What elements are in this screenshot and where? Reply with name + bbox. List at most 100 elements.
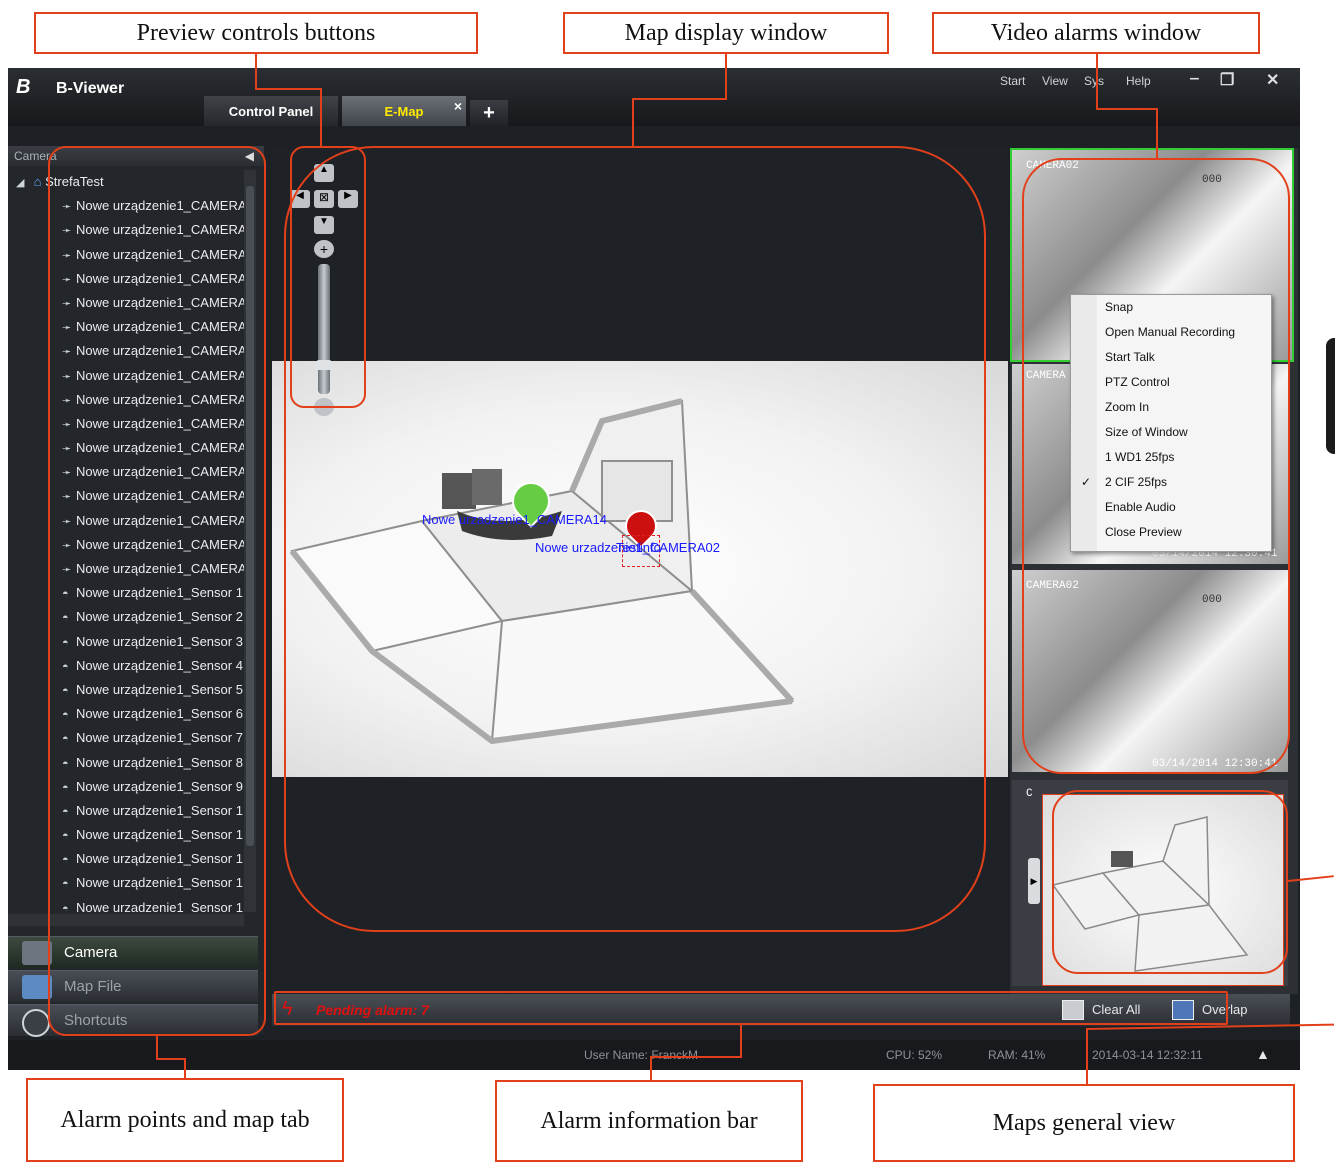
context-menu-item[interactable]: Open Manual Recording xyxy=(1071,320,1271,345)
context-menu-item[interactable]: Close Preview xyxy=(1071,520,1271,545)
tree-item-label: Nowe urządzenie1_CAMERA xyxy=(76,561,247,576)
tree-item[interactable]: ➛ Nowe urządzenie1_CAMERA xyxy=(8,460,256,484)
menu-sys[interactable]: Sys xyxy=(1084,74,1104,88)
leader-map-v2 xyxy=(632,98,634,146)
tree-item[interactable]: ◓ Nowe urządzenie1_Sensor 7 xyxy=(8,726,256,750)
tree-item[interactable]: ➛ Nowe urządzenie1_CAMERA xyxy=(8,218,256,242)
tree-root[interactable]: ◢ ⌂ StrefaTest xyxy=(8,170,256,194)
tree-item[interactable]: ➛ Nowe urządzenie1_CAMERA xyxy=(8,412,256,436)
tree-item[interactable]: ◓ Nowe urządzenie1_Sensor 1 xyxy=(8,799,256,823)
close-icon[interactable]: ✕ xyxy=(1266,70,1279,90)
tree-item[interactable]: ◓ Nowe urządzenie1_Sensor 8 xyxy=(8,751,256,775)
tree-item[interactable]: ◓ Nowe urządzenie1_Sensor 1 xyxy=(8,847,256,871)
tree-item[interactable]: ➛ Nowe urządzenie1_CAMERA xyxy=(8,436,256,460)
pan-reset-button[interactable]: ⊠ xyxy=(314,190,334,208)
tree-item-label: Nowe urządzenie1_CAMERA xyxy=(76,367,247,383)
context-menu-item[interactable]: PTZ Control xyxy=(1071,370,1271,395)
floor-plan-image[interactable] xyxy=(272,361,1008,777)
pan-left-button[interactable]: ◀ xyxy=(290,190,310,208)
overlap-icon[interactable] xyxy=(1172,1000,1194,1020)
tree-item[interactable]: ➛ Nowe urządzenie1_CAMERA xyxy=(8,388,256,412)
overview-expand-button[interactable]: ▶ xyxy=(1028,858,1040,904)
zoom-slider-thumb[interactable] xyxy=(316,360,332,370)
tree-item[interactable]: ➛ Nowe urządzenie1_CAMERA xyxy=(8,484,256,508)
zoom-out-button[interactable]: − xyxy=(314,398,334,416)
title-bar: B B-Viewer Start View Sys Help ‒ ❐ ✕ Con… xyxy=(8,68,1300,126)
tree-scrollbar[interactable] xyxy=(244,170,256,912)
camera-icon: ➛ xyxy=(62,539,72,552)
tree-item[interactable]: ◓ Nowe urządzenie1_Sensor 1 xyxy=(8,896,256,912)
sensor-icon: ◓ xyxy=(62,854,69,867)
tree-item[interactable]: ◓ Nowe urządzenie1_Sensor 1 xyxy=(8,871,256,895)
video-tile-3[interactable]: CAMERA02 000 03/14/2014 12:30:41 xyxy=(1012,570,1288,772)
clear-all-icon[interactable] xyxy=(1062,1000,1084,1020)
context-menu-item[interactable]: Zoom In xyxy=(1071,395,1271,420)
tree-item[interactable]: ➛ Nowe urządzenie1_CAMERA xyxy=(8,509,256,533)
pending-alarm-text[interactable]: Pending alarm: 7 xyxy=(316,1002,429,1018)
leader-info-h xyxy=(650,1056,742,1058)
tree-item[interactable]: ◓ Nowe urządzenie1_Sensor 9 xyxy=(8,775,256,799)
tab-control-panel[interactable]: Control Panel xyxy=(204,96,338,126)
pan-down-button[interactable]: ▼ xyxy=(314,216,334,234)
expand-icon[interactable]: ◢ xyxy=(16,171,30,194)
tree-item[interactable]: ➛ Nowe urządzenie1_CAMERA xyxy=(8,315,256,339)
zoom-slider[interactable] xyxy=(316,264,332,394)
tree-item[interactable]: ➛ Nowe urządzenie1_CAMERA xyxy=(8,194,256,218)
add-tab-button[interactable]: + xyxy=(470,100,508,126)
tree-item[interactable]: ➛ Nowe urządzenie1_CAMERA xyxy=(8,557,256,581)
context-menu-item[interactable]: Start Talk xyxy=(1071,345,1271,370)
tree-item[interactable]: ◓ Nowe urządzenie1_Sensor 5 xyxy=(8,678,256,702)
tree-hscrollbar[interactable] xyxy=(8,914,244,926)
overlap-button[interactable]: Overlap xyxy=(1202,1002,1248,1017)
collapse-arrow-icon[interactable]: ◀ xyxy=(245,146,254,166)
sidebar-shortcuts-button[interactable]: Shortcuts xyxy=(8,1004,258,1037)
tree-item[interactable]: ◓ Nowe urządzenie1_Sensor 1 xyxy=(8,823,256,847)
menu-view[interactable]: View xyxy=(1042,74,1068,88)
tree-item[interactable]: ➛ Nowe urządzenie1_CAMERA xyxy=(8,243,256,267)
callout-maps-general: Maps general view xyxy=(873,1084,1295,1162)
clear-all-button[interactable]: Clear All xyxy=(1092,1002,1140,1017)
tree-item[interactable]: ◓ Nowe urządzenie1_Sensor 3 xyxy=(8,630,256,654)
minimize-icon[interactable]: ‒ xyxy=(1190,70,1199,88)
sidebar-map-file-button[interactable]: Map File xyxy=(8,970,258,1002)
restore-icon[interactable]: ❐ xyxy=(1220,70,1234,90)
tree-item[interactable]: ➛ Nowe urządzenie1_CAMERA xyxy=(8,291,256,315)
tree-item-label: Nowe urządzenie1_CAMERA xyxy=(76,222,247,238)
context-menu-item[interactable]: ✓ 2 CIF 25fps xyxy=(1071,470,1271,495)
tree-item-label: Nowe urządzenie1_Sensor 1 xyxy=(76,851,243,867)
sidebar-camera-button[interactable]: Camera xyxy=(8,936,258,968)
leader-maps-v xyxy=(1086,1028,1088,1084)
context-menu-item[interactable]: Snap xyxy=(1071,295,1271,320)
sensor-icon: ◓ xyxy=(62,878,69,891)
tree-item[interactable]: ◓ Nowe urządzenie1_Sensor 1 xyxy=(8,581,256,605)
sidebar-camera-label: Camera xyxy=(64,944,118,961)
tree-item[interactable]: ➛ Nowe urządzenie1_CAMERA xyxy=(8,339,256,363)
pan-right-button[interactable]: ▶ xyxy=(338,190,358,208)
map-overview-tile[interactable]: C ▶ xyxy=(1012,780,1288,986)
leader-preview-v2 xyxy=(320,88,322,146)
tab-e-map[interactable]: E-Map × xyxy=(342,96,466,126)
tree-item[interactable]: ➛ Nowe urządzenie1_CAMERA xyxy=(8,267,256,291)
tree-item[interactable]: ◓ Nowe urządzenie1_Sensor 2 xyxy=(8,605,256,629)
camera-marker-label-14[interactable]: Nowe urzadzenie1_CAMERA14 xyxy=(422,512,607,527)
pan-up-button[interactable]: ▲ xyxy=(314,164,334,182)
zoom-in-button[interactable]: + xyxy=(314,240,334,258)
context-menu-label: Start Talk xyxy=(1105,350,1155,364)
tab-close-icon[interactable]: × xyxy=(454,98,462,114)
scroll-thumb[interactable] xyxy=(246,186,254,846)
tree-item[interactable]: ◓ Nowe urządzenie1_Sensor 6 xyxy=(8,702,256,726)
context-menu-label: Zoom In xyxy=(1105,400,1150,414)
menu-help[interactable]: Help xyxy=(1126,74,1151,88)
alarm-lightning-icon: ϟ xyxy=(282,998,293,1020)
sensor-icon: ◓ xyxy=(62,805,69,818)
tree-item[interactable]: ➛ Nowe urządzenie1_CAMERA xyxy=(8,533,256,557)
menu-start[interactable]: Start xyxy=(1000,74,1025,88)
tree-item-label: Nowe urządzenie1_CAMERA xyxy=(76,343,247,359)
map-overview-image[interactable] xyxy=(1042,794,1284,986)
context-menu-item[interactable]: Enable Audio xyxy=(1071,495,1271,520)
context-menu-item[interactable]: 1 WD1 25fps xyxy=(1071,445,1271,470)
tree-item[interactable]: ◓ Nowe urządzenie1_Sensor 4 xyxy=(8,654,256,678)
status-expand-icon[interactable]: ▲ xyxy=(1256,1046,1270,1062)
context-menu-item[interactable]: Size of Window xyxy=(1071,420,1271,445)
tree-item[interactable]: ➛ Nowe urządzenie1_CAMERA xyxy=(8,364,256,388)
